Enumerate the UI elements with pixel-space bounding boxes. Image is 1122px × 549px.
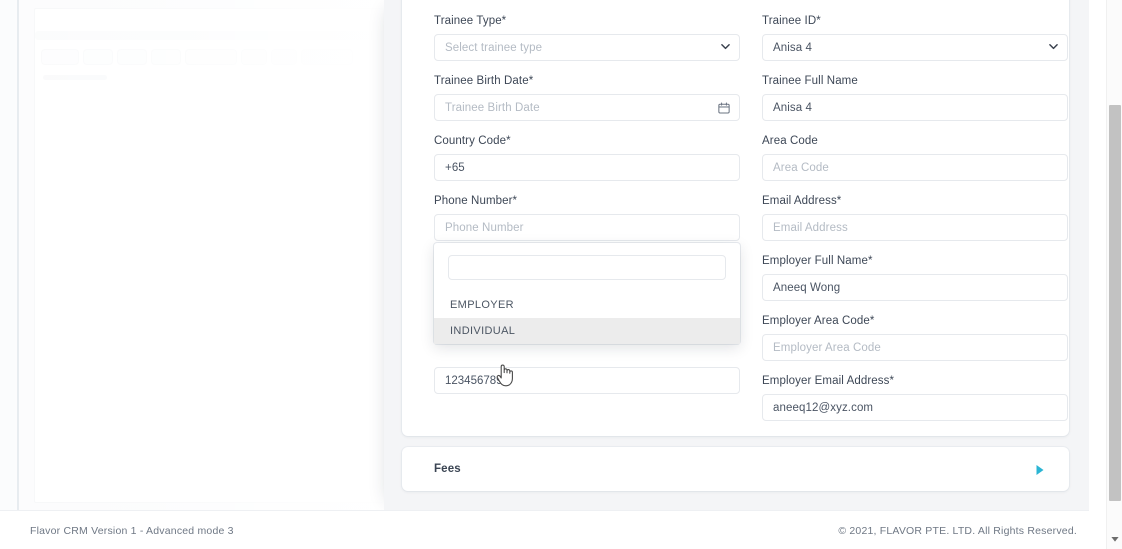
field-text: Phone Number xyxy=(445,221,524,234)
footer-version-text: Flavor CRM Version 1 - Advanced mode 3 xyxy=(30,525,234,537)
trainee-details-card: Trainee Trainee Type* Select trainee typ… xyxy=(402,0,1069,436)
field-label: Email Address* xyxy=(762,195,842,207)
form-row: Trainee Type* Select trainee type Traine… xyxy=(434,14,1068,61)
form-field-trainee-type: Trainee Type* Select trainee type xyxy=(434,14,740,61)
email-address-input[interactable]: Email Address xyxy=(762,214,1068,241)
obscured-field-input[interactable]: 123456789 xyxy=(434,367,740,394)
trainee-type-select[interactable]: Select trainee type xyxy=(434,34,740,61)
field-label: Phone Number* xyxy=(434,195,518,207)
app-viewport: Trainee Trainee Type* Select trainee typ… xyxy=(0,0,1122,549)
field-text: aneeq12@xyz.com xyxy=(773,401,874,414)
field-label: Employer Area Code* xyxy=(762,315,875,327)
employer-full-name-input[interactable]: Aneeq Wong xyxy=(762,274,1068,301)
sponsorship-type-dropdown-panel: EMPLOYER INDIVIDUAL xyxy=(434,243,740,344)
form-row: Phone Number* Phone Number Email Address… xyxy=(434,194,1068,241)
employer-email-address-input[interactable]: aneeq12@xyz.com xyxy=(762,394,1068,421)
form-row: Trainee Birth Date* Trainee Birth Date T… xyxy=(434,74,1068,121)
trainee-birth-date-input[interactable]: Trainee Birth Date xyxy=(434,94,740,121)
field-text: Employer Area Code xyxy=(773,341,881,354)
field-text: Anisa 4 xyxy=(773,101,813,114)
trainee-form-modal: Trainee Trainee Type* Select trainee typ… xyxy=(384,0,1089,510)
field-text: Email Address xyxy=(773,221,848,234)
field-text: Trainee Birth Date xyxy=(445,101,540,114)
field-label: Trainee Birth Date* xyxy=(434,75,534,87)
fees-accordion-bar[interactable]: Fees xyxy=(402,447,1069,491)
calendar-icon[interactable] xyxy=(718,102,730,114)
form-field-trainee-id: Trainee ID* Anisa 4 xyxy=(762,14,1068,61)
trainee-id-select[interactable]: Anisa 4 xyxy=(762,34,1068,61)
footer-copyright-text: © 2021, FLAVOR PTE. LTD. All Rights Rese… xyxy=(838,525,1077,537)
field-label: Trainee Full Name xyxy=(762,75,858,87)
employer-area-code-input[interactable]: Employer Area Code xyxy=(762,334,1068,361)
form-field-employer-area-code: Employer Area Code* Employer Area Code xyxy=(762,314,1068,361)
field-text: Aneeq Wong xyxy=(773,281,841,294)
browser-scrollbar[interactable] xyxy=(1106,0,1122,549)
dropdown-option-employer[interactable]: EMPLOYER xyxy=(434,292,740,318)
field-text: Select trainee type xyxy=(445,41,543,54)
phone-number-input[interactable]: Phone Number xyxy=(434,214,740,241)
form-field-trainee-full-name: Trainee Full Name Anisa 4 xyxy=(762,74,1068,121)
left-frame-rail xyxy=(17,0,19,510)
dropdown-option-label: INDIVIDUAL xyxy=(450,325,516,337)
trainee-full-name-input[interactable]: Anisa 4 xyxy=(762,94,1068,121)
form-field-employer-full-name: Employer Full Name* Aneeq Wong xyxy=(762,254,1068,301)
triangle-right-icon[interactable] xyxy=(1035,463,1045,475)
form-row: Country Code* +65 Area Code Area Code xyxy=(434,134,1068,181)
chevron-down-icon xyxy=(721,43,730,52)
form-field-country-code: Country Code* +65 xyxy=(434,134,740,181)
dropdown-search-input[interactable] xyxy=(448,255,726,280)
fees-label: Fees xyxy=(434,463,461,475)
page-footer: Flavor CRM Version 1 - Advanced mode 3 ©… xyxy=(0,510,1089,549)
background-page-card xyxy=(34,8,384,503)
field-text: 123456789 xyxy=(445,374,503,387)
field-label: Country Code* xyxy=(434,135,511,147)
field-label: Employer Email Address* xyxy=(762,375,895,387)
field-text: Area Code xyxy=(773,161,829,174)
dropdown-option-label: EMPLOYER xyxy=(450,299,514,311)
form-field-employer-email-address: Employer Email Address* aneeq12@xyz.com xyxy=(762,374,1068,421)
form-field-trainee-birth-date: Trainee Birth Date* Trainee Birth Date xyxy=(434,74,740,121)
form-field-phone-number: Phone Number* Phone Number xyxy=(434,194,740,241)
country-code-input[interactable]: +65 xyxy=(434,154,740,181)
scrollbar-thumb[interactable] xyxy=(1109,105,1121,501)
form-field-email-address: Email Address* Email Address xyxy=(762,194,1068,241)
field-label: Trainee Type* xyxy=(434,15,507,27)
scroll-down-arrow-icon[interactable] xyxy=(1110,531,1120,542)
field-label: Trainee ID* xyxy=(762,15,821,27)
chevron-down-icon xyxy=(1049,43,1058,52)
field-label: Area Code xyxy=(762,135,818,147)
area-code-input[interactable]: Area Code xyxy=(762,154,1068,181)
field-text: Anisa 4 xyxy=(773,41,813,54)
field-label: Employer Full Name* xyxy=(762,255,873,267)
form-field-area-code: Area Code Area Code xyxy=(762,134,1068,181)
dropdown-option-individual[interactable]: INDIVIDUAL xyxy=(434,318,740,344)
field-text: +65 xyxy=(445,161,465,174)
page-background-area: Trainee Trainee Type* Select trainee typ… xyxy=(0,0,1089,510)
